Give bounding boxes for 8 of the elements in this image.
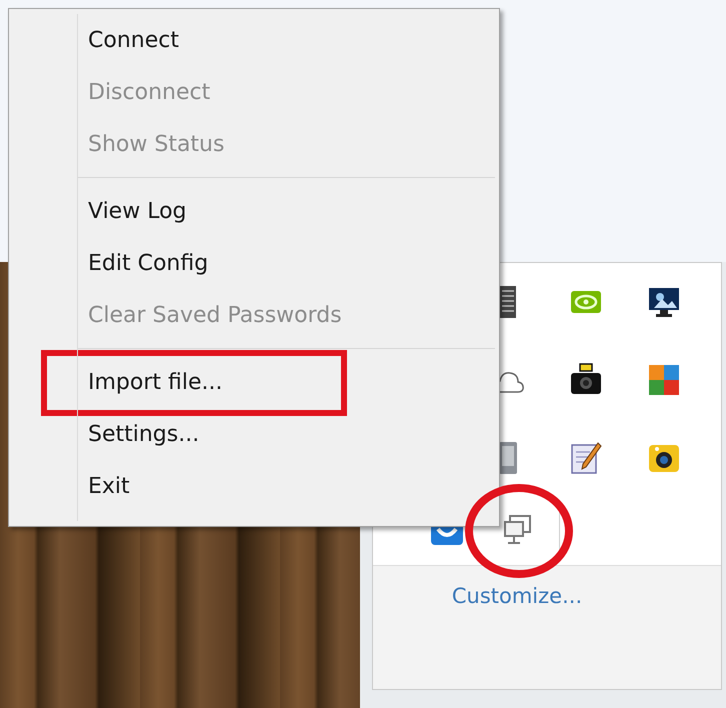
- menu-item[interactable]: Exit: [78, 470, 130, 502]
- menu-item[interactable]: View Log: [78, 195, 186, 227]
- menu-item[interactable]: Connect: [78, 24, 179, 56]
- menu-item[interactable]: Edit Config: [78, 247, 208, 279]
- tiles-icon[interactable]: [646, 362, 682, 398]
- menu-item[interactable]: Settings...: [78, 418, 200, 450]
- menu-item[interactable]: Import file...: [78, 366, 222, 398]
- customize-link[interactable]: Customize...: [452, 584, 582, 608]
